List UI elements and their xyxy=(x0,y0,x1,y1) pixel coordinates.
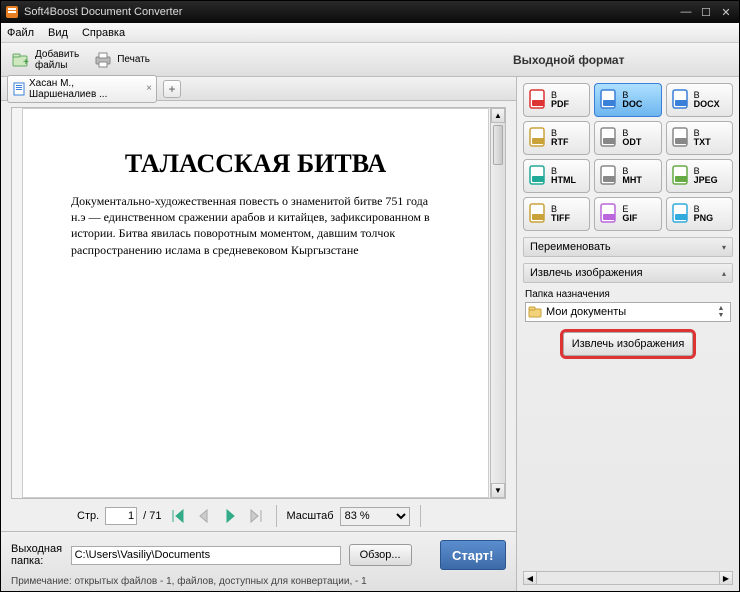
close-tab-icon[interactable]: × xyxy=(146,83,152,94)
output-format-header: Выходной формат xyxy=(513,53,729,67)
start-button[interactable]: Старт! xyxy=(440,540,506,570)
spinner-icon[interactable]: ▲▼ xyxy=(714,305,728,319)
extract-panel-header[interactable]: Извлечь изображения▴ xyxy=(523,263,733,283)
page-preview: ТАЛАССКАЯ БИТВА Документально-художестве… xyxy=(22,108,489,498)
jpeg-icon xyxy=(669,164,693,188)
add-files-icon: + xyxy=(11,50,31,70)
first-page-button[interactable] xyxy=(168,507,188,525)
format-txt-button[interactable]: ВTXT xyxy=(666,121,733,155)
gif-icon xyxy=(597,202,621,226)
rename-panel-header[interactable]: Переименовать▾ xyxy=(523,237,733,257)
close-button[interactable]: ✕ xyxy=(717,5,735,19)
maximize-button[interactable]: ☐ xyxy=(697,5,715,19)
left-pane: Хасан М., Шаршеналиев ... × + ТАЛАССКАЯ … xyxy=(1,77,517,591)
doc-icon xyxy=(597,88,621,112)
txt-icon xyxy=(669,126,693,150)
doc-icon xyxy=(12,82,26,96)
title-bar[interactable]: Soft4Boost Document Converter — ☐ ✕ xyxy=(1,1,739,23)
folder-icon xyxy=(528,305,542,319)
footer: Выходная папка: Обзор... Старт! Примечан… xyxy=(1,531,516,591)
print-icon xyxy=(93,50,113,70)
dest-folder-select[interactable]: Мои документы ▲▼ xyxy=(525,302,731,322)
menu-file[interactable]: Файл xyxy=(7,27,34,39)
scroll-thumb[interactable] xyxy=(493,125,503,165)
scroll-up-icon[interactable]: ▲ xyxy=(491,108,505,123)
format-pdf-button[interactable]: ВPDF xyxy=(523,83,590,117)
document-tab-label: Хасан М., Шаршеналиев ... xyxy=(29,78,142,100)
format-html-button[interactable]: ВHTML xyxy=(523,159,590,193)
docx-icon xyxy=(669,88,693,112)
document-viewer[interactable]: ТАЛАССКАЯ БИТВА Документально-художестве… xyxy=(11,107,506,499)
format-odt-button[interactable]: ВODT xyxy=(594,121,661,155)
format-rtf-button[interactable]: ВRTF xyxy=(523,121,590,155)
rtf-icon xyxy=(526,126,550,150)
right-pane-scrollbar[interactable]: ◀ ▶ xyxy=(523,571,733,585)
last-page-button[interactable] xyxy=(246,507,266,525)
menu-view[interactable]: Вид xyxy=(48,27,68,39)
minimize-button[interactable]: — xyxy=(677,5,695,19)
print-button[interactable]: Печать xyxy=(93,50,150,70)
format-gif-button[interactable]: ЕGIF xyxy=(594,197,661,231)
extract-images-button[interactable]: Извлечь изображения xyxy=(563,332,693,356)
zoom-label: Масштаб xyxy=(287,510,334,522)
browse-button[interactable]: Обзор... xyxy=(349,544,412,566)
pdf-icon xyxy=(526,88,550,112)
odt-icon xyxy=(597,126,621,150)
page-label: Стр. xyxy=(77,510,99,522)
scroll-right-icon[interactable]: ▶ xyxy=(719,571,733,585)
extract-panel-body: Папка назначения Мои документы ▲▼ Извлеч… xyxy=(523,283,733,362)
add-files-button[interactable]: + Добавитьфайлы xyxy=(11,49,79,71)
mht-icon xyxy=(597,164,621,188)
dest-folder-label: Папка назначения xyxy=(525,289,731,300)
menu-help[interactable]: Справка xyxy=(82,27,125,39)
scroll-down-icon[interactable]: ▼ xyxy=(491,483,505,498)
footer-note: Примечание: открытых файлов - 1, файлов,… xyxy=(11,576,506,587)
scroll-left-icon[interactable]: ◀ xyxy=(523,571,537,585)
format-doc-button[interactable]: ВDOC xyxy=(594,83,661,117)
format-docx-button[interactable]: ВDOCX xyxy=(666,83,733,117)
html-icon xyxy=(526,164,550,188)
document-tab[interactable]: Хасан М., Шаршеналиев ... × xyxy=(7,75,157,103)
format-grid: ВPDFВDOCВDOCX ВRTFВODTВTXT ВHTMLВMHTВJPEG В… xyxy=(523,83,733,231)
toolbar: + Добавитьфайлы Печать Выходной формат xyxy=(1,43,739,77)
svg-text:+: + xyxy=(23,57,29,68)
format-png-button[interactable]: ВPNG xyxy=(666,197,733,231)
tiff-icon xyxy=(526,202,550,226)
png-icon xyxy=(669,202,693,226)
doc-paragraph: Документально-художественная повесть о з… xyxy=(71,193,440,258)
prev-page-button[interactable] xyxy=(194,507,214,525)
add-tab-button[interactable]: + xyxy=(163,80,181,98)
next-page-button[interactable] xyxy=(220,507,240,525)
page-nav-row: Стр. / 71 Масштаб 83 % xyxy=(1,501,516,531)
zoom-select[interactable]: 83 % xyxy=(340,507,410,526)
vertical-scrollbar[interactable]: ▲ ▼ xyxy=(490,108,505,498)
menu-bar: Файл Вид Справка xyxy=(1,23,739,43)
format-mht-button[interactable]: ВMHT xyxy=(594,159,661,193)
page-total: / 71 xyxy=(143,510,161,522)
right-pane: ВPDFВDOCВDOCX ВRTFВODTВTXT ВHTMLВMHTВJPEG В… xyxy=(517,77,739,591)
tab-row: Хасан М., Шаршеналиев ... × + xyxy=(1,77,516,101)
page-current-input[interactable] xyxy=(105,507,137,525)
chevron-up-icon: ▴ xyxy=(722,269,726,278)
app-title: Soft4Boost Document Converter xyxy=(24,6,182,18)
output-folder-label: Выходная папка: xyxy=(11,543,63,567)
doc-heading: ТАЛАССКАЯ БИТВА xyxy=(71,149,440,179)
output-folder-input[interactable] xyxy=(71,546,341,565)
chevron-down-icon: ▾ xyxy=(722,243,726,252)
app-window: Soft4Boost Document Converter — ☐ ✕ Файл… xyxy=(0,0,740,592)
format-tiff-button[interactable]: ВTIFF xyxy=(523,197,590,231)
format-jpeg-button[interactable]: ВJPEG xyxy=(666,159,733,193)
app-icon xyxy=(5,5,19,19)
